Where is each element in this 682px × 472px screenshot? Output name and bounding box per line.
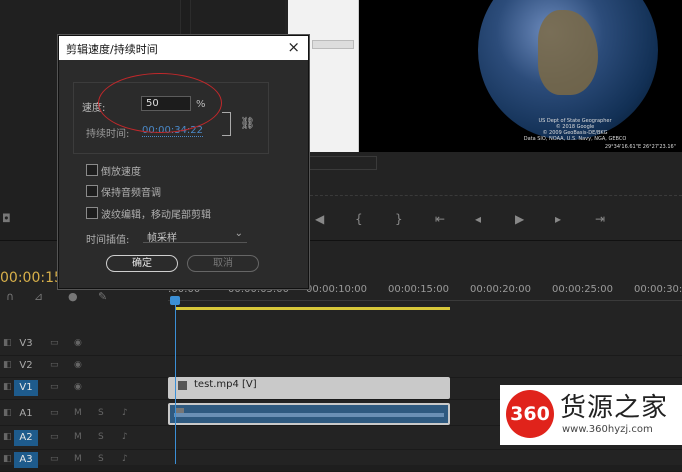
playhead-handle[interactable]	[170, 296, 180, 305]
step-forward-icon[interactable]: ▸	[555, 212, 561, 226]
program-ruler[interactable]	[300, 185, 682, 196]
track-a3: ◧ A3 ▭ M S ♪	[0, 449, 682, 472]
camera-icon[interactable]: ◘	[2, 212, 11, 225]
solo-icon[interactable]: S	[98, 454, 104, 464]
lock-icon[interactable]: ◧	[3, 360, 12, 370]
track-name[interactable]: V3	[14, 336, 38, 352]
link-chain-icon[interactable]: ⛓	[240, 116, 255, 130]
lock-icon[interactable]: ◧	[3, 338, 12, 348]
reverse-speed-label: 倒放速度	[101, 167, 141, 178]
close-button[interactable]: ×	[287, 38, 300, 56]
maintain-pitch-checkbox[interactable]	[86, 185, 98, 197]
map-credits: US Dept of State Geographer © 2018 Googl…	[523, 118, 627, 142]
track-name[interactable]: V1	[14, 380, 38, 396]
link-bracket	[222, 112, 231, 136]
time-interpolation-label: 时间插值:	[86, 235, 130, 246]
document-bar	[312, 40, 354, 49]
ripple-edit-label: 波纹编辑，移动尾部剪辑	[101, 210, 211, 221]
sync-lock-icon[interactable]: ▭	[50, 432, 59, 442]
mark-in-bracket-icon[interactable]: {	[355, 212, 363, 226]
step-back-icon[interactable]: ◂	[475, 212, 481, 226]
track-v2: ◧ V2 ▭ ◉	[0, 355, 682, 378]
site-watermark: 360 货源之家 www.360hyzj.com	[500, 385, 682, 445]
transport-controls: ◀ { } ⇤ ◂ ▶ ▸ ⇥	[285, 210, 682, 232]
mic-icon[interactable]: ♪	[122, 432, 128, 442]
ruler-tick: 00:00:10:00	[306, 284, 368, 295]
fx-badge-icon	[178, 381, 187, 390]
track-name[interactable]: A2	[14, 430, 38, 446]
lock-icon[interactable]: ◧	[3, 432, 12, 442]
dialog-titlebar: 剪辑速度/持续时间 ×	[59, 36, 308, 60]
track-name[interactable]: V2	[14, 358, 38, 374]
continent-shape	[538, 10, 598, 95]
mute-icon[interactable]: M	[74, 432, 82, 442]
sync-lock-icon[interactable]: ▭	[50, 382, 59, 392]
timeline-timecode[interactable]: 00:00:15	[0, 270, 63, 286]
audio-waveform	[174, 413, 444, 417]
lock-icon[interactable]: ◧	[3, 454, 12, 464]
marker-icon[interactable]: ●	[68, 290, 78, 303]
sync-lock-icon[interactable]: ▭	[50, 360, 59, 370]
logo-url: www.360hyzj.com	[562, 424, 653, 435]
linked-select-icon[interactable]: ⊿	[34, 290, 43, 303]
go-to-out-icon[interactable]: ⇥	[595, 212, 605, 226]
ruler-tick: 00:00:15:00	[388, 284, 450, 295]
solo-icon[interactable]: S	[98, 408, 104, 418]
ripple-edit-checkbox[interactable]	[86, 207, 98, 219]
ruler-line	[168, 300, 682, 301]
track-name[interactable]: A3	[14, 452, 38, 468]
program-monitor-bar	[285, 152, 682, 172]
fit-select[interactable]	[305, 156, 377, 170]
sync-lock-icon[interactable]: ▭	[50, 454, 59, 464]
cancel-button[interactable]: 取消	[187, 255, 259, 272]
mic-icon[interactable]: ♪	[122, 454, 128, 464]
lock-icon[interactable]: ◧	[3, 382, 12, 392]
dialog-title: 剪辑速度/持续时间	[66, 43, 158, 56]
track-v3: ◧ V3 ▭ ◉	[0, 333, 682, 356]
video-clip[interactable]: test.mp4 [V]	[168, 377, 450, 399]
clip-speed-dialog: 剪辑速度/持续时间 ×	[58, 35, 309, 289]
go-to-in-icon[interactable]: ⇤	[435, 212, 445, 226]
play-icon[interactable]: ▶	[515, 212, 524, 226]
sync-lock-icon[interactable]: ▭	[50, 338, 59, 348]
logo-badge: 360	[506, 390, 554, 438]
mark-out-bracket-icon[interactable]: }	[395, 212, 403, 226]
map-coordinates: 29°34'16.61"E 26°27'23.16"	[604, 144, 676, 150]
playhead-line[interactable]	[175, 296, 176, 464]
chevron-down-icon: ⌄	[234, 228, 243, 239]
work-area-bar[interactable]	[176, 307, 450, 310]
mute-icon[interactable]: M	[74, 454, 82, 464]
ruler-tick: 00:00:25:00	[552, 284, 614, 295]
clip-label: test.mp4 [V]	[194, 379, 257, 390]
track-name[interactable]: A1	[14, 406, 38, 422]
mic-icon[interactable]: ♪	[122, 408, 128, 418]
eye-icon[interactable]: ◉	[74, 360, 82, 370]
sync-lock-icon[interactable]: ▭	[50, 408, 59, 418]
logo-name: 货源之家	[560, 393, 669, 423]
time-interpolation-select[interactable]: 帧采样 ⌄	[143, 228, 247, 244]
mute-icon[interactable]: M	[74, 408, 82, 418]
preview-window: US Dept of State Geographer © 2018 Googl…	[288, 0, 682, 152]
interp-value: 帧采样	[147, 233, 177, 244]
reverse-speed-checkbox[interactable]	[86, 164, 98, 176]
solo-icon[interactable]: S	[98, 432, 104, 442]
eye-icon[interactable]: ◉	[74, 338, 82, 348]
ok-button[interactable]: 确定	[106, 255, 178, 272]
snap-icon[interactable]: ∩	[6, 290, 14, 303]
eye-icon[interactable]: ◉	[74, 382, 82, 392]
ruler-tick: 00:00:30:00	[634, 284, 682, 295]
maintain-pitch-label: 保持音频音调	[101, 188, 161, 199]
audio-clip[interactable]	[168, 403, 450, 425]
lock-icon[interactable]: ◧	[3, 408, 12, 418]
mark-in-icon[interactable]: ◀	[315, 212, 324, 226]
wrench-icon[interactable]: ✎	[98, 290, 107, 303]
highlight-oval	[98, 73, 222, 133]
ruler-tick: 00:00:20:00	[470, 284, 532, 295]
